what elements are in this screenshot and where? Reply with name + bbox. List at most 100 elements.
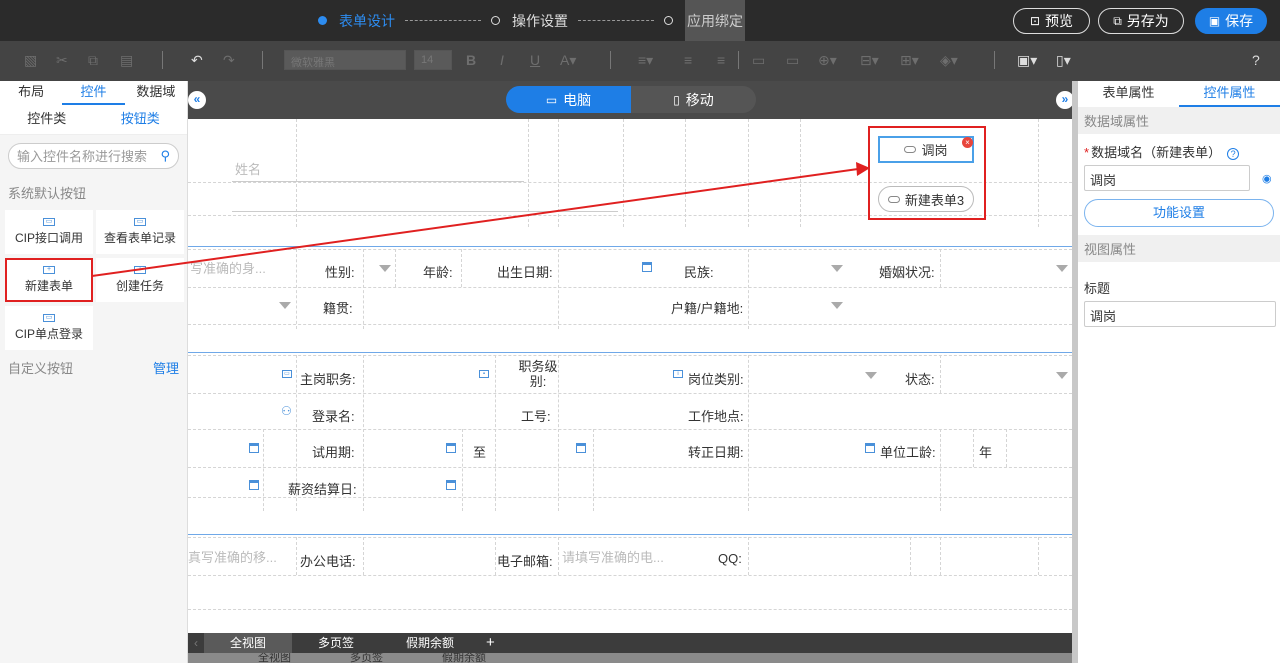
split-cells-icon[interactable]: ▭ (786, 52, 799, 69)
align-center-icon[interactable]: ≡ (684, 52, 692, 68)
fill-color-icon[interactable]: ◈▾ (940, 52, 958, 69)
view-form-records-button[interactable]: ▭ 查看表单记录 (96, 210, 184, 254)
hukou-dropdown-icon[interactable] (831, 302, 843, 309)
mobile-placeholder[interactable]: 真写准确的移... (188, 547, 277, 566)
data-domain-picker-icon[interactable]: ◉ (1262, 172, 1272, 185)
subtab-button-types[interactable]: 按钮类 (94, 105, 188, 134)
step-form-design[interactable]: 表单设计 (318, 11, 395, 31)
work-place-label: 工作地点: (688, 409, 744, 424)
step-dot-icon (491, 16, 500, 25)
paste-icon[interactable]: ▤ (120, 52, 133, 69)
grid-line (685, 119, 686, 227)
device-mobile[interactable]: ▯ 移动 (631, 86, 756, 113)
id-number-placeholder[interactable]: 写准确的身... (190, 258, 266, 277)
marital-dropdown-icon[interactable] (1056, 265, 1068, 272)
transfer-button[interactable]: 调岗 (878, 136, 974, 163)
tab-controls[interactable]: 控件 (62, 81, 125, 105)
calendar-icon[interactable] (249, 480, 259, 490)
align-right-icon[interactable]: ≡ (717, 52, 725, 68)
font-family-select[interactable]: 微软雅黑 (284, 50, 406, 70)
cut-icon[interactable]: ✂ (56, 52, 68, 69)
add-tab-icon[interactable]: + (480, 633, 501, 653)
system-buttons-title: 系统默认按钮 (8, 186, 87, 201)
save-as-button[interactable]: ⧉ 另存为 (1098, 8, 1184, 34)
function-settings-button[interactable]: 功能设置 (1084, 199, 1274, 227)
cip-sso-button[interactable]: ▭ CIP单点登录 (5, 306, 93, 350)
calendar-icon[interactable] (446, 480, 456, 490)
merge-cells-icon[interactable]: ▭ (752, 52, 765, 69)
tab-data-domain[interactable]: 数据域 (125, 81, 187, 105)
underline-icon[interactable]: U (530, 52, 540, 68)
insert-row-icon[interactable]: ⊕▾ (818, 52, 837, 69)
italic-icon[interactable]: I (500, 52, 504, 68)
post-type-dropdown-icon[interactable] (865, 372, 877, 379)
redo-icon[interactable]: ↷ (223, 52, 235, 69)
cip-api-call-button[interactable]: ▭ CIP接口调用 (5, 210, 93, 254)
calendar-icon[interactable] (446, 443, 456, 453)
preview-button[interactable]: ⊡ 预览 (1013, 8, 1090, 34)
post-select-icon[interactable]: ▪ (479, 370, 489, 378)
new-form-button[interactable]: + 新建表单 (5, 258, 93, 302)
font-color-icon[interactable]: A▾ (560, 52, 576, 69)
insert-col-icon[interactable]: ⊟▾ (860, 52, 879, 69)
title-input[interactable]: 调岗 (1084, 301, 1276, 327)
new-form3-button[interactable]: 新建表单3 (878, 186, 974, 212)
bottom-tab-full-view[interactable]: 全视图 (204, 633, 293, 653)
tab-form-properties[interactable]: 表单属性 (1078, 81, 1179, 107)
search-icon[interactable]: ⚲ (160, 148, 170, 164)
help-icon[interactable]: ? (1252, 52, 1260, 68)
collapse-left-icon[interactable]: « (188, 91, 206, 109)
field-underline (232, 211, 618, 212)
font-size-select[interactable]: 14 (414, 50, 452, 70)
delete-control-icon[interactable]: × (962, 137, 973, 148)
format-brush-icon[interactable]: ▧ (24, 52, 37, 69)
step-operation-settings[interactable]: 操作设置 (491, 11, 568, 31)
control-search-input[interactable] (17, 148, 161, 164)
calendar-icon[interactable] (865, 443, 875, 453)
grid-line (188, 497, 1072, 498)
calendar-icon[interactable] (576, 443, 586, 453)
bottom-tab-multi-page[interactable]: 多页签 (292, 633, 380, 653)
device-label: 移动 (685, 91, 714, 108)
help-icon[interactable]: ? (1227, 148, 1240, 160)
calendar-icon[interactable] (642, 262, 652, 272)
data-domain-field-text: 数据域名（新建表单） (1091, 145, 1222, 160)
copy-icon[interactable]: ⧉ (88, 52, 98, 69)
bold-icon[interactable]: B (466, 52, 476, 68)
main-post-label: 主岗职务: (300, 372, 356, 387)
manage-link[interactable]: 管理 (153, 358, 179, 377)
email-placeholder[interactable]: 请填写准确的电... (562, 547, 664, 566)
tab-control-properties[interactable]: 控件属性 (1179, 81, 1280, 107)
data-domain-input[interactable]: 调岗 (1084, 165, 1250, 191)
level-select-icon[interactable]: i (673, 370, 683, 378)
step-app-binding[interactable]: 应用绑定 (685, 0, 745, 41)
gender-dropdown-icon[interactable] (379, 265, 391, 272)
dropdown-icon[interactable] (279, 302, 291, 309)
calendar-icon[interactable] (249, 443, 259, 453)
device-desktop[interactable]: ▭ 电脑 (506, 86, 631, 113)
form-layout-icon[interactable]: ▣▾ (1017, 52, 1037, 69)
birth-date-label: 出生日期: (497, 265, 553, 280)
save-button[interactable]: ▣ 保存 (1195, 8, 1267, 34)
scroll-left-icon[interactable]: ‹ (188, 633, 204, 653)
create-task-button[interactable]: + 创建任务 (96, 258, 184, 302)
align-icon[interactable]: ≡▾ (638, 52, 653, 69)
post-picker-icon[interactable]: ▭ (282, 370, 292, 378)
subtab-control-types[interactable]: 控件类 (0, 105, 94, 134)
tab-layout[interactable]: 布局 (0, 81, 62, 105)
save-icon: ▣ (1208, 14, 1221, 28)
ethnic-dropdown-icon[interactable] (831, 265, 843, 272)
undo-icon[interactable]: ↶ (191, 52, 203, 69)
status-dropdown-icon[interactable] (1056, 372, 1068, 379)
control-search: ⚲ (8, 143, 179, 169)
user-icon[interactable]: ⚇ (281, 404, 292, 418)
save-label: 保存 (1225, 13, 1254, 29)
button-card-label: 查看表单记录 (103, 231, 176, 245)
required-marker: * (1084, 145, 1090, 160)
grid-line (296, 249, 297, 329)
page-setup-icon[interactable]: ▯▾ (1056, 52, 1071, 69)
name-field-placeholder[interactable]: 姓名 (235, 159, 261, 178)
bottom-tab-leave-balance[interactable]: 假期余额 (380, 633, 480, 653)
border-icon[interactable]: ⊞▾ (900, 52, 919, 69)
collapse-right-icon[interactable]: » (1056, 91, 1072, 109)
